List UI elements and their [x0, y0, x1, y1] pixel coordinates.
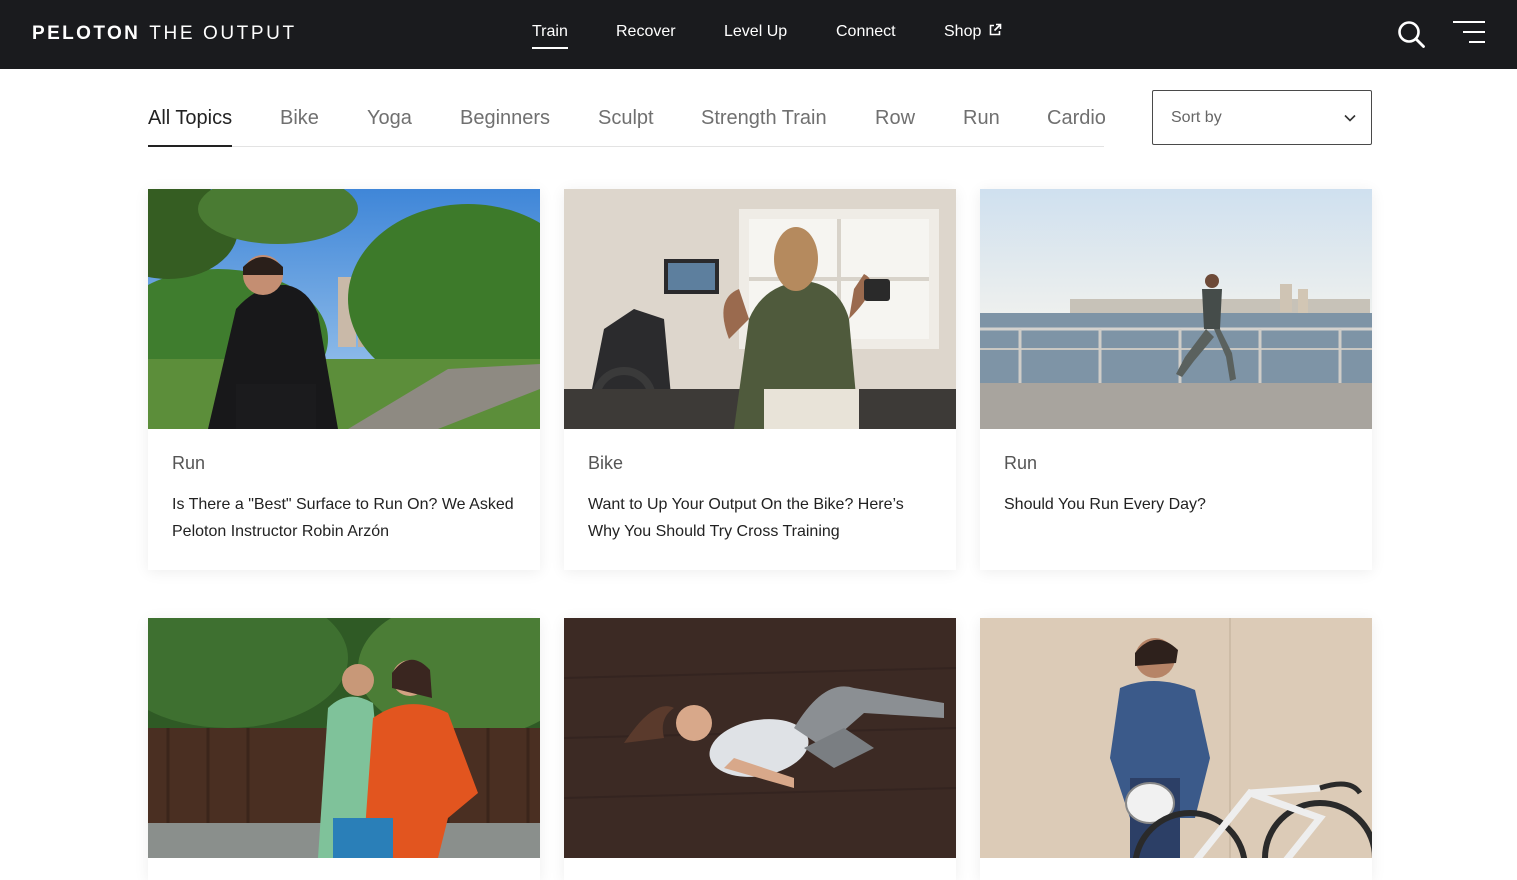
tab-yoga[interactable]: Yoga [367, 106, 412, 130]
nav-item-shop[interactable]: Shop [944, 22, 1002, 42]
tab-run[interactable]: Run [963, 106, 1000, 130]
brand-logo[interactable]: PELOTON THE OUTPUT [32, 22, 297, 46]
chevron-down-icon [1344, 114, 1356, 122]
article-title[interactable]: Want to Up Your Output On the Bike? Here… [588, 491, 938, 545]
tab-bike[interactable]: Bike [280, 106, 319, 130]
tab-cardio[interactable]: Cardio [1047, 107, 1105, 129]
article-card[interactable] [564, 618, 956, 880]
article-title[interactable]: Should You Run Every Day? [1004, 491, 1354, 518]
tab-beginners[interactable]: Beginners [460, 106, 550, 130]
article-card[interactable]: Bike Want to Up Your Output On the Bike?… [564, 189, 956, 570]
woman-stretching-on-floor-photo [564, 618, 956, 858]
article-category: Run [1004, 453, 1038, 473]
article-card[interactable] [980, 618, 1372, 880]
tabs-divider [148, 146, 1104, 147]
menu-icon[interactable] [1453, 20, 1485, 44]
woman-running-in-park-photo [148, 189, 540, 429]
nav-item-train[interactable]: Train [532, 22, 568, 49]
nav-item-recover[interactable]: Recover [616, 22, 676, 42]
woman-running-on-waterfront-photo [980, 189, 1372, 429]
woman-with-road-bike-photo [980, 618, 1372, 858]
nav-item-connect[interactable]: Connect [836, 22, 896, 42]
tab-sculpt[interactable]: Sculpt [598, 106, 654, 130]
brand-primary: PELOTON [32, 23, 141, 44]
tab-row[interactable]: Row [875, 106, 915, 130]
tab-strength-train[interactable]: Strength Train [701, 106, 827, 130]
article-title[interactable]: Is There a "Best" Surface to Run On? We … [172, 491, 522, 545]
nav-item-shop-label: Shop [944, 23, 982, 40]
article-category: Bike [588, 453, 624, 473]
woman-lifting-dumbbell-by-bike-photo [564, 189, 956, 429]
tab-overflow-clip: Cardio [1047, 106, 1105, 132]
sort-dropdown[interactable]: Sort by [1152, 90, 1372, 145]
article-card[interactable]: Run Is There a "Best" Surface to Run On?… [148, 189, 540, 570]
tab-all-topics[interactable]: All Topics [148, 106, 233, 147]
two-women-running-photo [148, 618, 540, 858]
brand-secondary: THE OUTPUT [149, 23, 297, 44]
nav-item-level-up[interactable]: Level Up [724, 22, 787, 42]
top-navigation-bar: PELOTON THE OUTPUT Train Recover Level U… [0, 0, 1517, 69]
article-card[interactable] [148, 618, 540, 880]
external-link-icon [990, 23, 1002, 36]
article-category: Run [172, 453, 206, 473]
search-icon[interactable] [1396, 19, 1426, 49]
sort-label: Sort by [1171, 109, 1222, 126]
article-card[interactable]: Run Should You Run Every Day? [980, 189, 1372, 570]
